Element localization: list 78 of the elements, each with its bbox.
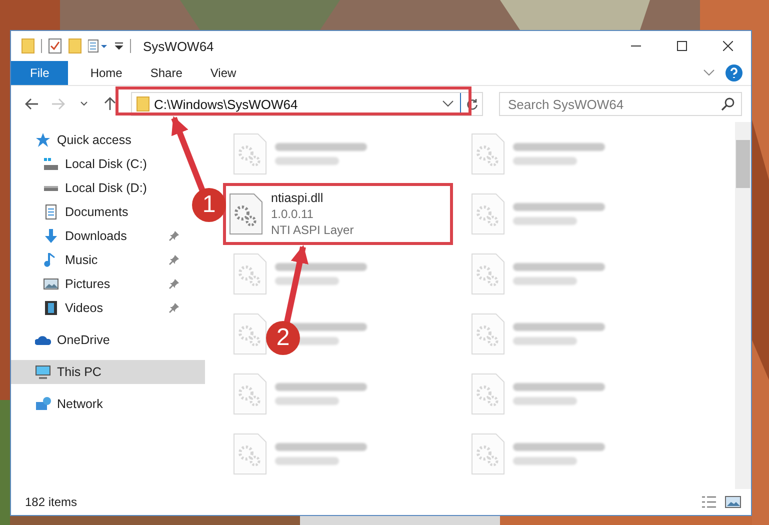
- sidebar-item[interactable]: Local Disk (D:): [11, 176, 183, 200]
- dll-file-icon: [233, 313, 267, 355]
- sidebar-item[interactable]: This PC: [11, 360, 205, 384]
- sidebar-item[interactable]: Documents: [11, 200, 183, 224]
- ribbon-tab[interactable]: Share: [136, 61, 196, 85]
- blurred-file-detail: [275, 397, 339, 405]
- sidebar-item[interactable]: Videos: [11, 296, 183, 320]
- back-arrow-icon: [25, 98, 39, 110]
- blurred-file-detail: [275, 457, 339, 465]
- sidebar-item[interactable]: Network: [11, 392, 183, 416]
- blurred-file-detail: [513, 457, 577, 465]
- pin-icon[interactable]: [169, 279, 179, 289]
- film-icon: [43, 300, 59, 316]
- help-icon[interactable]: [725, 64, 743, 82]
- dll-file-icon: [471, 373, 505, 415]
- blurred-file-detail: [275, 157, 339, 165]
- blurred-file-detail: [513, 157, 577, 165]
- details-view-icon[interactable]: [701, 495, 717, 509]
- forward-arrow-icon: [51, 98, 65, 110]
- download-icon: [43, 228, 59, 244]
- customize-icon[interactable]: [114, 41, 124, 51]
- close-icon: [723, 41, 733, 51]
- picture-icon: [43, 276, 59, 292]
- sidebar-item[interactable]: Music: [11, 248, 183, 272]
- ribbon-tab[interactable]: View: [196, 61, 250, 85]
- pin-icon[interactable]: [169, 303, 179, 313]
- address-field[interactable]: C:\Windows\SysWOW64: [150, 96, 442, 112]
- item-count: 182 items: [25, 495, 78, 509]
- ribbon-tab[interactable]: Home: [76, 61, 136, 85]
- window-title: SysWOW64: [143, 38, 214, 54]
- drive-icon: [43, 186, 59, 190]
- dll-file-icon: [233, 373, 267, 415]
- search-icon[interactable]: [721, 97, 735, 111]
- dll-file-icon: [471, 193, 505, 235]
- blurred-file-detail: [513, 397, 577, 405]
- view-options-icon[interactable]: [88, 39, 108, 53]
- file-menu-tab[interactable]: File: [11, 61, 68, 85]
- network-icon: [35, 396, 51, 412]
- scrollbar[interactable]: [735, 122, 751, 489]
- dll-file-icon: [229, 193, 263, 235]
- search-box[interactable]: Search SysWOW64: [499, 92, 742, 116]
- scrollbar-thumb[interactable]: [736, 140, 750, 188]
- sidebar-item[interactable]: Quick access: [11, 128, 183, 152]
- up-arrow-icon: [104, 97, 116, 111]
- dll-file-icon: [471, 313, 505, 355]
- maximize-icon: [677, 41, 687, 51]
- document-icon: [43, 204, 59, 220]
- dll-file-icon: [233, 133, 267, 175]
- address-bar[interactable]: C:\Windows\SysWOW64: [131, 92, 483, 116]
- blurred-file-detail: [513, 337, 577, 345]
- chevron-down-icon: [80, 101, 88, 107]
- drive-icon: [43, 158, 59, 170]
- dll-file-icon: [471, 133, 505, 175]
- properties-icon[interactable]: [48, 38, 62, 54]
- file-name: ntiaspi.dll: [271, 191, 324, 205]
- thumbnail-view-icon[interactable]: [725, 495, 741, 509]
- pin-icon[interactable]: [169, 231, 179, 241]
- file-tile[interactable]: ntiaspi.dll 1.0.0.11 NTI ASPI Layer: [223, 183, 453, 245]
- dll-file-icon: [233, 253, 267, 295]
- sidebar-item[interactable]: OneDrive: [11, 328, 183, 352]
- blurred-file-detail: [275, 277, 339, 285]
- file-detail: NTI ASPI Layer: [271, 223, 354, 237]
- star-icon: [35, 132, 51, 148]
- blurred-file-detail: [513, 277, 577, 285]
- file-detail: 1.0.0.11: [271, 207, 314, 221]
- chevron-down-icon[interactable]: [703, 69, 715, 77]
- pin-icon[interactable]: [169, 255, 179, 265]
- sidebar-item[interactable]: Downloads: [11, 224, 183, 248]
- dll-file-icon: [471, 253, 505, 295]
- sidebar-item[interactable]: Local Disk (C:): [11, 152, 183, 176]
- dll-file-icon: [233, 433, 267, 475]
- sidebar-item[interactable]: Pictures: [11, 272, 183, 296]
- blurred-file-detail: [513, 217, 577, 225]
- folder-icon: [136, 96, 150, 112]
- refresh-icon: [466, 98, 478, 110]
- dropdown-icon[interactable]: [442, 100, 454, 108]
- dll-file-icon: [471, 433, 505, 475]
- computer-icon: [35, 364, 51, 380]
